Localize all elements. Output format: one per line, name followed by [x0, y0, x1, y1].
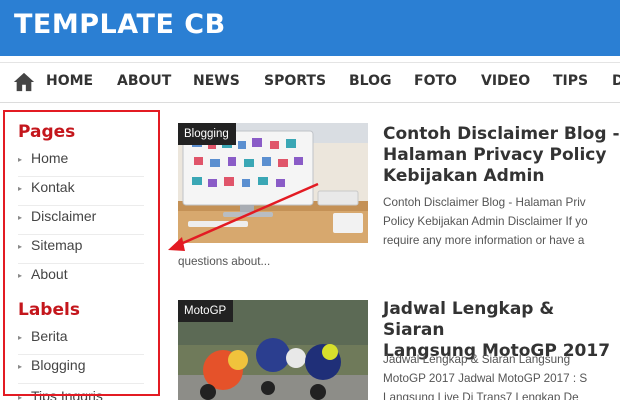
site-title[interactable]: TEMPLATE CB	[14, 9, 226, 40]
post-title[interactable]: Contoh Disclaimer Blog - Halaman Privacy…	[383, 124, 620, 187]
nav-item-sports[interactable]: SPORTS	[264, 73, 326, 89]
post-thumbnail[interactable]: MotoGP	[178, 300, 368, 400]
snippet-line: Policy Kebijakan Admin Disclaimer If yo	[383, 215, 588, 228]
post-snippet-tail: questions about...	[178, 255, 271, 268]
home-icon[interactable]	[13, 71, 35, 93]
post-category-badge[interactable]: MotoGP	[178, 300, 234, 322]
nav-item-more[interactable]: D	[612, 73, 620, 89]
nav-item-news[interactable]: NEWS	[193, 73, 240, 89]
snippet-line: Contoh Disclaimer Blog - Halaman Priv	[383, 196, 586, 209]
post-title-line[interactable]: Jadwal Lengkap & Siaran	[383, 299, 620, 341]
nav-item-foto[interactable]: FOTO	[414, 73, 457, 89]
post-snippet: Contoh Disclaimer Blog - Halaman Priv Po…	[383, 193, 620, 250]
snippet-line: Langsung Live Di Trans7 Lengkap De	[383, 391, 579, 400]
post-thumbnail[interactable]: Blogging	[178, 123, 368, 243]
post-category-badge[interactable]: Blogging	[178, 123, 236, 145]
snippet-line: MotoGP 2017 Jadwal MotoGP 2017 : S	[383, 372, 588, 385]
site-header: TEMPLATE CB	[0, 0, 620, 56]
nav-item-tips[interactable]: TIPS	[553, 73, 588, 89]
post-title-line[interactable]: Halaman Privacy Policy	[383, 145, 620, 166]
snippet-line: require any more information or have a	[383, 234, 585, 247]
nav-item-about[interactable]: ABOUT	[117, 73, 171, 89]
nav-item-home[interactable]: HOME	[46, 73, 93, 89]
post-title-line[interactable]: Kebijakan Admin	[383, 166, 620, 187]
snippet-line: Jadwal Lengkap & Siaran Langsung	[383, 353, 571, 366]
post-snippet: Jadwal Lengkap & Siaran Langsung MotoGP …	[383, 350, 620, 400]
main-nav: HOME ABOUT NEWS SPORTS BLOG FOTO VIDEO T…	[0, 56, 620, 103]
sidebar-highlight-box	[3, 110, 160, 396]
nav-item-blog[interactable]: BLOG	[349, 73, 392, 89]
post-title-line[interactable]: Contoh Disclaimer Blog -	[383, 124, 620, 145]
nav-item-video[interactable]: VIDEO	[481, 73, 530, 89]
